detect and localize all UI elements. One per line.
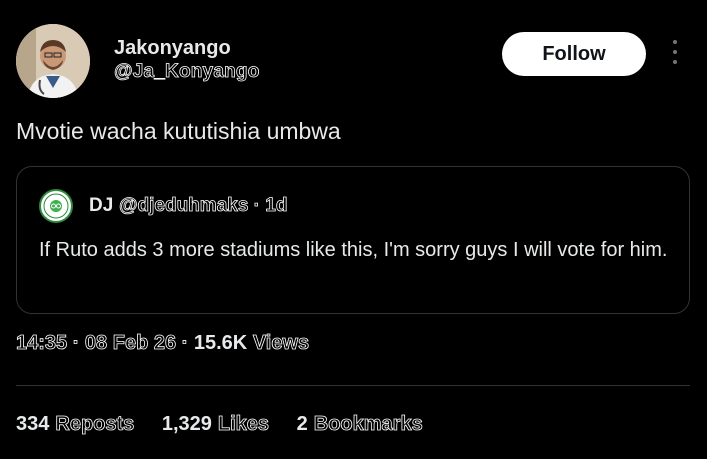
- author-names: Jakonyango @Ja_Konyango: [114, 36, 260, 84]
- follow-button[interactable]: Follow: [502, 32, 646, 76]
- tweet-timestamp[interactable]: 14:35 · 08 Feb 26 ·: [16, 332, 189, 355]
- avatar[interactable]: [16, 24, 90, 98]
- likes-label[interactable]: Likes: [218, 413, 270, 436]
- quoted-avatar[interactable]: [39, 189, 73, 223]
- views-count: 15.6K: [193, 332, 248, 354]
- engagement-stats: 334 Reposts 1,329 Likes 2 Bookmarks: [16, 413, 445, 436]
- quoted-text: If Ruto adds 3 more stadiums like this, …: [39, 239, 668, 261]
- views-label: Views: [252, 332, 310, 355]
- bookmarks-label[interactable]: Bookmarks: [313, 413, 423, 436]
- bookmarks-count[interactable]: 2: [297, 413, 308, 435]
- reposts-count[interactable]: 334: [16, 413, 49, 435]
- tweet-meta: 14:35 · 08 Feb 26 · 15.6K Views: [16, 332, 310, 355]
- author-display-name[interactable]: Jakonyango: [114, 36, 260, 60]
- tweet-text: Mvotie wacha kututishia umbwa: [16, 118, 341, 144]
- author-handle[interactable]: @Ja_Konyango: [114, 60, 260, 84]
- quoted-handle-time[interactable]: @djeduhmaks · 1d: [119, 195, 288, 217]
- quoted-tweet[interactable]: DJ @djeduhmaks · 1d If Ruto adds 3 more …: [16, 166, 690, 314]
- divider: [16, 385, 690, 386]
- tweet-header: Jakonyango @Ja_Konyango Follow: [16, 24, 691, 100]
- quoted-display-name[interactable]: DJ: [89, 195, 113, 217]
- reposts-label[interactable]: Reposts: [55, 413, 135, 436]
- likes-count[interactable]: 1,329: [162, 413, 212, 435]
- more-options-icon[interactable]: [668, 40, 682, 70]
